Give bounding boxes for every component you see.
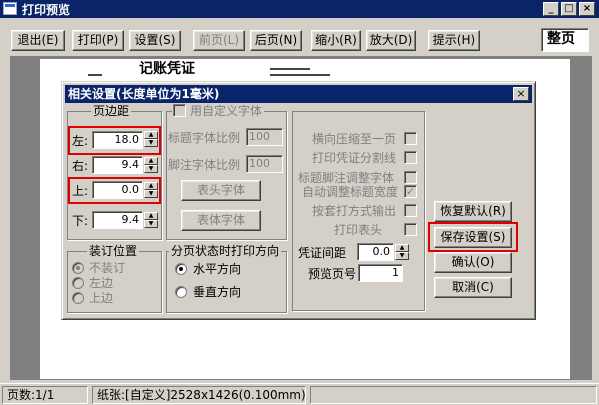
- dialog-close-button[interactable]: ×: [513, 87, 529, 101]
- status-bar: 页数:1/1 纸张:[自定义]2528x1426(0.100mm): [0, 383, 599, 405]
- page-mode-select[interactable]: 整页: [541, 28, 589, 52]
- option-checkbox[interactable]: [404, 223, 417, 236]
- binding-left-label: 左边: [89, 276, 114, 290]
- window-title: 打印预览: [22, 3, 71, 17]
- prev-page-button[interactable]: 前页(L): [193, 30, 245, 51]
- voucher-gap-label: 凭证间距: [298, 246, 347, 260]
- body-font-button[interactable]: 表体字体: [181, 210, 261, 231]
- app-icon: [3, 2, 17, 15]
- print-button[interactable]: 打印(P): [72, 30, 124, 51]
- zoom-out-button[interactable]: 缩小(R): [311, 30, 361, 51]
- option-label: 横向压缩至一页: [312, 132, 397, 146]
- direction-horizontal-label: 水平方向: [193, 262, 242, 276]
- voucher-heading: 记账凭证: [139, 61, 195, 77]
- binding-none-label: 不装订: [89, 261, 126, 275]
- option-checkbox[interactable]: [404, 171, 417, 184]
- voucher-gap-spinner[interactable]: ▲ ▼: [395, 244, 409, 260]
- page-text-line: [270, 74, 330, 76]
- margin-right-input[interactable]: 9.4: [92, 156, 143, 174]
- footnote-ratio-label: 脚注字体比例: [168, 158, 241, 172]
- binding-top-radio[interactable]: [72, 292, 84, 304]
- spin-up-icon[interactable]: ▲: [395, 244, 409, 252]
- option-checkbox-checked[interactable]: ✓: [404, 185, 417, 198]
- page-text-line: [270, 68, 310, 70]
- status-paper-size: 纸张:[自定义]2528x1426(0.100mm): [92, 386, 306, 404]
- binding-left-radio[interactable]: [72, 277, 84, 289]
- binding-top-label: 上边: [89, 291, 114, 305]
- preview-page-input[interactable]: 1: [358, 264, 403, 282]
- close-button[interactable]: ×: [579, 2, 595, 16]
- dialog-titlebar: 相关设置(长度单位为1毫米) ×: [65, 85, 532, 103]
- option-label: 标题脚注调整字体: [298, 171, 395, 185]
- page-text-line: [88, 74, 102, 76]
- option-checkbox[interactable]: [404, 132, 417, 145]
- option-checkbox[interactable]: [404, 204, 417, 217]
- direction-vertical-radio[interactable]: [175, 286, 187, 298]
- direction-vertical-label: 垂直方向: [193, 285, 242, 299]
- status-empty-cell: [310, 386, 597, 404]
- margin-bottom-spinner[interactable]: ▲ ▼: [144, 212, 158, 228]
- highlight-top-margin: [68, 177, 161, 204]
- title-ratio-input[interactable]: 100: [246, 128, 283, 146]
- margin-bottom-label: 下:: [72, 214, 89, 228]
- custom-font-group-title: 用自定义字体: [172, 104, 265, 118]
- margin-right-label: 右:: [72, 159, 89, 173]
- exit-button[interactable]: 退出(E): [11, 30, 65, 51]
- option-label: 按套打方式输出: [312, 204, 397, 218]
- direction-horizontal-radio[interactable]: [175, 263, 187, 275]
- direction-group-title: 分页状态时打印方向: [169, 244, 282, 258]
- option-label: 打印凭证分割线: [312, 151, 397, 165]
- cancel-button[interactable]: 取消(C): [434, 277, 512, 298]
- maximize-button[interactable]: □: [561, 2, 577, 16]
- window-titlebar: 打印预览 _ □ ×: [0, 0, 599, 18]
- highlight-left-margin: [68, 126, 161, 155]
- option-label: 自动调整标题宽度: [302, 185, 399, 199]
- custom-font-checkbox[interactable]: [173, 104, 186, 117]
- spin-up-icon[interactable]: ▲: [144, 212, 158, 220]
- margin-right-spinner[interactable]: ▲ ▼: [144, 157, 158, 173]
- voucher-gap-input[interactable]: 0.0: [357, 243, 394, 261]
- direction-group: [166, 251, 287, 313]
- option-label: 打印表头: [334, 223, 383, 237]
- spin-up-icon[interactable]: ▲: [144, 157, 158, 165]
- binding-group-title: 装订位置: [87, 244, 140, 258]
- status-page-count: 页数:1/1: [2, 386, 88, 404]
- spin-down-icon[interactable]: ▼: [395, 252, 409, 260]
- settings-button[interactable]: 设置(S): [129, 30, 181, 51]
- margins-group-title: 页边距: [91, 104, 132, 118]
- hint-button[interactable]: 提示(H): [428, 30, 480, 51]
- next-page-button[interactable]: 后页(N): [250, 30, 302, 51]
- margin-bottom-input[interactable]: 9.4: [92, 211, 143, 229]
- preview-page-label: 预览页号: [308, 267, 357, 281]
- spin-down-icon[interactable]: ▼: [144, 220, 158, 228]
- footnote-ratio-input[interactable]: 100: [246, 155, 283, 173]
- ok-button[interactable]: 确认(O): [434, 252, 512, 273]
- dialog-title: 相关设置(长度单位为1毫米): [68, 87, 220, 101]
- zoom-in-button[interactable]: 放大(D): [366, 30, 416, 51]
- title-ratio-label: 标题字体比例: [168, 131, 241, 145]
- settings-dialog: 相关设置(长度单位为1毫米) × 页边距 左: 18.0 ▲ ▼ 右: 9.4 ▲…: [61, 81, 536, 320]
- binding-none-radio[interactable]: [72, 262, 84, 274]
- highlight-save-button: [428, 222, 518, 252]
- option-checkbox[interactable]: [404, 151, 417, 164]
- restore-default-button[interactable]: 恢复默认(R): [434, 201, 512, 222]
- minimize-button[interactable]: _: [543, 2, 559, 16]
- spin-down-icon[interactable]: ▼: [144, 165, 158, 173]
- header-font-button[interactable]: 表头字体: [181, 180, 261, 201]
- custom-font-checkbox-label: 用自定义字体: [190, 104, 263, 118]
